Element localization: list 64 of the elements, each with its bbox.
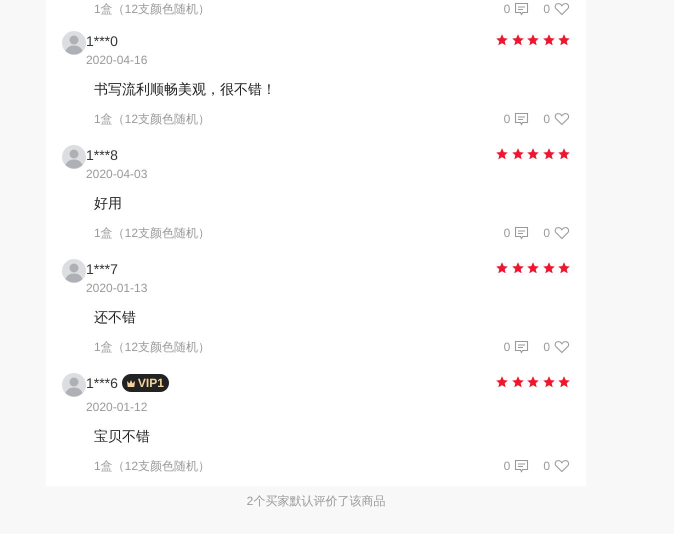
default-reviews-note: 2个买家默认评价了该商品 — [246, 494, 386, 508]
avatar-icon — [62, 373, 86, 397]
comment-icon[interactable] — [514, 2, 530, 16]
user-name: 1***8 — [86, 146, 118, 165]
star-icon — [512, 262, 524, 274]
heart-icon[interactable] — [554, 112, 570, 126]
heart-icon[interactable] — [554, 226, 570, 240]
product-spec: 1盒（12支颜色随机） — [94, 1, 212, 18]
star-icon — [512, 34, 524, 46]
review-text: 还不错 — [94, 308, 137, 327]
star-icon — [558, 262, 570, 274]
star-icon — [542, 148, 554, 160]
star-icon — [527, 148, 539, 160]
review-date: 2020-01-12 — [86, 399, 148, 416]
review-text: 书写流利顺畅美观，很不错！ — [94, 80, 277, 99]
star-icon — [558, 376, 570, 388]
star-icon — [496, 376, 508, 388]
avatar-icon — [62, 145, 86, 169]
user-name: 1***0 — [86, 32, 118, 51]
comment-count: 0 — [504, 225, 510, 242]
like-count: 0 — [543, 339, 550, 356]
like-count: 0 — [543, 1, 550, 18]
star-icon — [542, 376, 554, 388]
crown-icon — [126, 378, 136, 388]
product-spec: 1盒（12支颜色随机） — [94, 458, 212, 475]
comment-count: 0 — [504, 1, 510, 18]
star-icon — [527, 262, 539, 274]
heart-icon[interactable] — [554, 2, 570, 16]
comment-icon[interactable] — [514, 459, 530, 473]
review-date: 2020-04-16 — [86, 52, 148, 69]
star-icon — [496, 148, 508, 160]
review-date: 2020-04-03 — [86, 166, 148, 183]
review-date: 2020-01-13 — [86, 280, 148, 297]
comment-icon[interactable] — [514, 340, 530, 354]
comment-icon[interactable] — [514, 226, 530, 240]
star-icon — [558, 34, 570, 46]
product-spec: 1盒（12支颜色随机） — [94, 339, 212, 356]
comment-count: 0 — [504, 339, 510, 356]
review-text: 宝贝不错 — [94, 427, 151, 446]
review-text: 好用 — [94, 194, 123, 213]
star-icon — [542, 262, 554, 274]
comment-count: 0 — [504, 111, 510, 128]
product-spec: 1盒（12支颜色随机） — [94, 225, 212, 242]
star-icon — [496, 262, 508, 274]
vip-badge: VIP1 — [122, 374, 169, 392]
star-icon — [512, 376, 524, 388]
star-icon — [558, 148, 570, 160]
star-icon — [527, 34, 539, 46]
star-icon — [512, 148, 524, 160]
user-name: 1***7 — [86, 260, 118, 279]
like-count: 0 — [543, 458, 550, 475]
heart-icon[interactable] — [554, 340, 570, 354]
star-icon — [527, 376, 539, 388]
heart-icon[interactable] — [554, 459, 570, 473]
star-icon — [542, 34, 554, 46]
product-spec: 1盒（12支颜色随机） — [94, 111, 212, 128]
avatar-icon — [62, 31, 86, 55]
avatar-icon — [62, 259, 86, 283]
like-count: 0 — [543, 225, 550, 242]
comment-count: 0 — [504, 458, 510, 475]
comment-icon[interactable] — [514, 112, 530, 126]
user-name: 1***6 — [86, 374, 118, 393]
star-icon — [496, 34, 508, 46]
like-count: 0 — [543, 111, 550, 128]
